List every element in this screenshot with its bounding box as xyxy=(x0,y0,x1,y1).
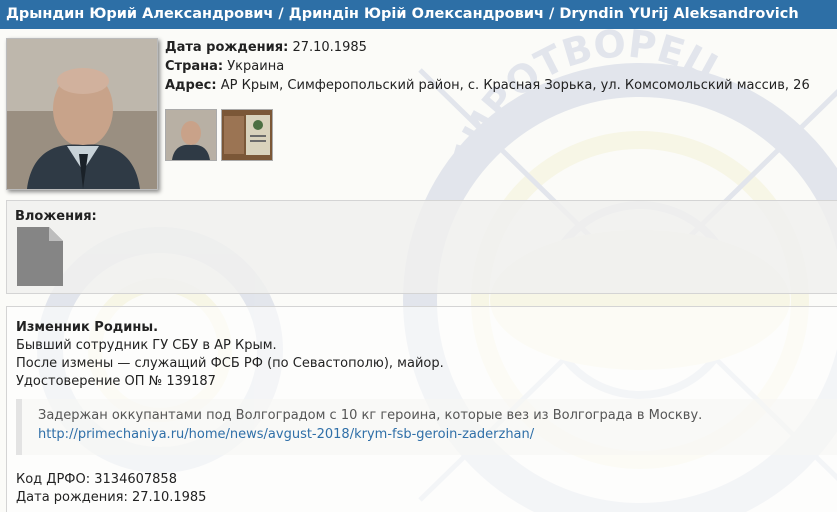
profile-info: Дата рождения: 27.10.1985 Страна: Украин… xyxy=(165,38,810,95)
profile-panel: Дата рождения: 27.10.1985 Страна: Украин… xyxy=(6,33,837,196)
birth-value: 27.10.1985 xyxy=(292,40,367,55)
description-birth-label: Дата рождения: xyxy=(16,490,128,505)
document-thumbnail-icon xyxy=(222,110,272,160)
person-thumbnail-icon xyxy=(166,110,216,160)
page: МИРОТВОРЕЦ Дрындин Юрий Александрович / … xyxy=(0,0,837,512)
file-icon[interactable] xyxy=(15,225,65,288)
quote-block: Задержан оккупантами под Волгоградом с 1… xyxy=(16,399,837,455)
birth-row: Дата рождения: 27.10.1985 xyxy=(165,38,810,57)
country-row: Страна: Украина xyxy=(165,57,810,76)
drfo-row: Код ДРФО: 3134607858 xyxy=(16,471,206,489)
description-line-2: После измены — служащий ФСБ РФ (по Севас… xyxy=(16,356,444,371)
description-line-3: Удостоверение ОП № 139187 xyxy=(16,374,216,389)
photo-thumbnails xyxy=(165,109,273,161)
country-label: Страна: xyxy=(165,59,224,74)
drfo-label: Код ДРФО: xyxy=(16,472,91,487)
address-row: Адрес: АР Крым, Симферопольский район, с… xyxy=(165,76,810,95)
address-value: АР Крым, Симферопольский район, с. Красн… xyxy=(220,78,810,93)
person-photo-icon xyxy=(7,39,157,189)
attachments-title: Вложения: xyxy=(15,209,97,224)
country-value: Украина xyxy=(227,59,285,74)
description-text: Изменник Родины. Бывший сотрудник ГУ СБУ… xyxy=(16,319,444,391)
drfo-value: 3134607858 xyxy=(94,472,177,487)
main-photo[interactable] xyxy=(6,38,158,190)
address-label: Адрес: xyxy=(165,78,217,93)
description-birth-value: 27.10.1985 xyxy=(132,490,207,505)
quote-link[interactable]: http://primechaniya.ru/home/news/avgust-… xyxy=(38,425,837,444)
attachments-panel: Вложения: xyxy=(6,200,837,294)
description-panel: Изменник Родины. Бывший сотрудник ГУ СБУ… xyxy=(6,306,837,512)
description-birth-row: Дата рождения: 27.10.1985 xyxy=(16,489,206,507)
photo-thumbnail-1[interactable] xyxy=(165,109,217,161)
quote-text: Задержан оккупантами под Волгоградом с 1… xyxy=(38,408,703,423)
birth-label: Дата рождения: xyxy=(165,40,289,55)
bottom-details: Код ДРФО: 3134607858 Дата рождения: 27.1… xyxy=(16,471,206,507)
description-heading: Изменник Родины. xyxy=(16,320,159,335)
page-title: Дрындин Юрий Александрович / Дриндін Юрі… xyxy=(0,0,837,29)
description-line-1: Бывший сотрудник ГУ СБУ в АР Крым. xyxy=(16,338,277,353)
photo-thumbnail-2[interactable] xyxy=(221,109,273,161)
